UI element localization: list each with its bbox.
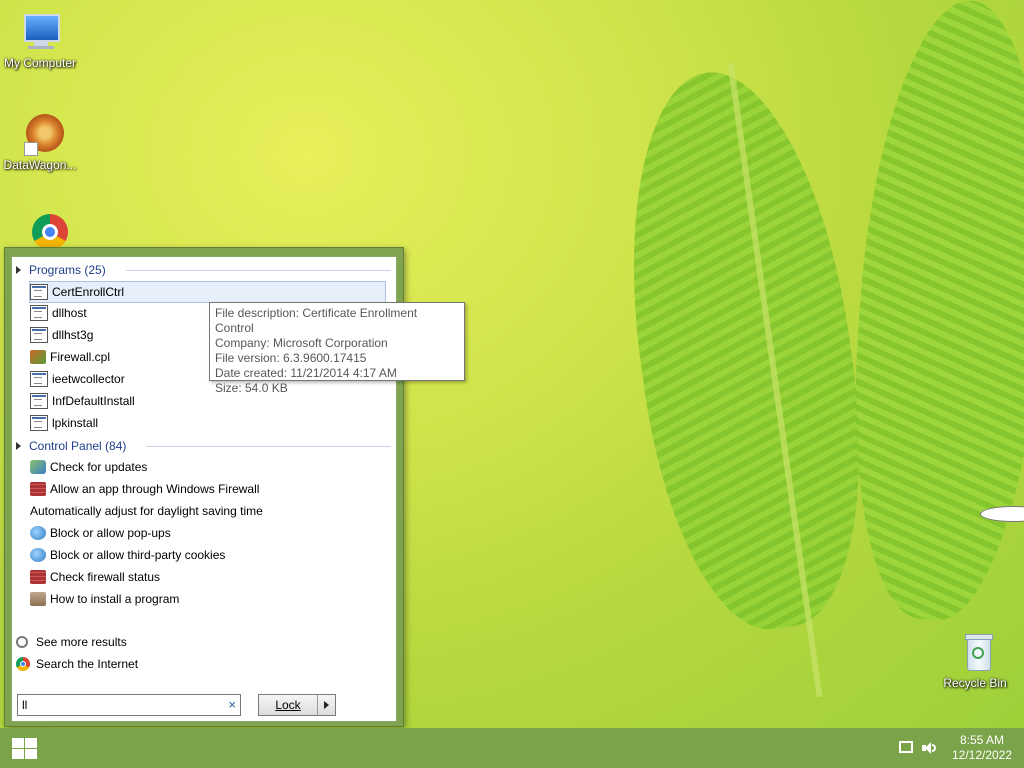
divider [126, 270, 391, 271]
desktop-icon-label: Recycle Bin [943, 676, 1007, 690]
clock-date: 12/12/2022 [951, 748, 1013, 762]
search-internet-link[interactable]: Search the Internet [16, 654, 138, 674]
item-label: ieetwcollector [52, 372, 125, 386]
item-label: lpkinstall [52, 416, 99, 430]
chrome-icon [16, 657, 30, 671]
item-label: dllhst3g [52, 328, 94, 342]
item-label: Check firewall status [50, 570, 161, 584]
control-panel-item-check-updates[interactable]: Check for updates [30, 457, 385, 477]
group-header-control-panel[interactable]: Control Panel (84) [16, 437, 396, 455]
exe-icon [30, 371, 48, 387]
volume-icon[interactable] [922, 741, 936, 755]
wallpaper-leaf-right [838, 0, 1024, 626]
group-header-label: Control Panel (84) [29, 439, 127, 453]
lock-button-label: Lock [275, 698, 301, 712]
firewall-icon [30, 570, 46, 584]
recycle-bin-icon [953, 630, 997, 674]
item-label: Automatically adjust for daylight saving… [30, 504, 263, 518]
control-panel-item-popups[interactable]: Block or allow pop-ups [30, 523, 385, 543]
search-input-value: ll [22, 698, 28, 712]
item-label: dllhost [52, 306, 87, 320]
control-panel-item-firewall-status[interactable]: Check firewall status [30, 567, 385, 587]
tooltip-line: Date created: 11/21/2014 4:17 AM [215, 366, 397, 380]
control-panel-item-cookies[interactable]: Block or allow third-party cookies [30, 545, 385, 565]
desktop-icon-label: DataWagon... [3, 158, 77, 172]
tooltip-line: Size: 54.0 KB [215, 381, 288, 395]
desktop-icon-datawagon[interactable]: DataWagon... [0, 112, 80, 172]
exe-icon [30, 415, 48, 431]
item-label: CertEnrollCtrl [52, 285, 125, 299]
expand-triangle-icon [16, 442, 21, 450]
tooltip-line: File description: Certificate Enrollment… [215, 306, 418, 335]
magnifier-icon [16, 636, 28, 648]
network-icon[interactable] [899, 741, 913, 753]
control-panel-item-allow-app-firewall[interactable]: Allow an app through Windows Firewall [30, 479, 385, 499]
clock-time: 8:55 AM [959, 733, 1005, 747]
windows-update-icon [30, 460, 46, 474]
start-button[interactable] [10, 736, 38, 760]
divider [146, 446, 391, 447]
item-label: Firewall.cpl [50, 350, 111, 364]
control-panel-item-daylight-saving[interactable]: Automatically adjust for daylight saving… [30, 501, 1024, 522]
exe-icon [30, 393, 48, 409]
link-label: See more results [36, 635, 127, 649]
item-label: Check for updates [50, 460, 148, 474]
internet-options-icon [30, 526, 46, 540]
datawagon-icon [18, 112, 64, 156]
search-input[interactable]: ll × [17, 694, 241, 716]
link-label: Search the Internet [36, 657, 139, 671]
item-label: Allow an app through Windows Firewall [50, 482, 260, 496]
programs-icon [30, 592, 46, 606]
exe-icon [30, 305, 48, 321]
system-clock[interactable]: 8:55 AM 12/12/2022 [950, 733, 1014, 763]
chevron-right-icon [324, 701, 329, 709]
cpl-icon [30, 350, 46, 364]
taskbar: 8:55 AM 12/12/2022 [0, 728, 1024, 768]
tooltip-line: Company: Microsoft Corporation [215, 336, 388, 350]
program-item-certenrollctrl[interactable]: CertEnrollCtrl [29, 281, 386, 303]
lock-button[interactable]: Lock [259, 695, 318, 715]
tooltip-line: File version: 6.3.9600.17415 [215, 351, 367, 365]
item-label: Block or allow third-party cookies [50, 548, 226, 562]
lock-split-button: Lock [258, 694, 336, 716]
file-info-tooltip: File description: Certificate Enrollment… [209, 302, 465, 395]
program-item-lpkinstall[interactable]: lpkinstall [30, 413, 385, 433]
item-label: InfDefaultInstall [52, 394, 135, 408]
desktop-icon-my-computer[interactable]: My Computer [0, 10, 80, 70]
firewall-icon [30, 482, 46, 496]
expand-triangle-icon [16, 266, 21, 274]
group-header-programs[interactable]: Programs (25) [16, 261, 396, 279]
see-more-results-link[interactable]: See more results [16, 632, 127, 652]
exe-icon [30, 327, 48, 343]
computer-icon [18, 10, 62, 54]
group-header-label: Programs (25) [29, 263, 106, 277]
clear-search-icon[interactable]: × [228, 697, 236, 712]
control-panel-item-install-program[interactable]: How to install a program [30, 589, 385, 609]
power-options-arrow-button[interactable] [318, 695, 335, 715]
item-label: How to install a program [50, 592, 180, 606]
exe-icon [30, 284, 48, 300]
desktop-icon-recycle-bin[interactable]: Recycle Bin [935, 630, 1015, 690]
desktop-icon-label: My Computer [3, 56, 77, 70]
internet-options-icon [30, 548, 46, 562]
item-label: Block or allow pop-ups [50, 526, 171, 540]
